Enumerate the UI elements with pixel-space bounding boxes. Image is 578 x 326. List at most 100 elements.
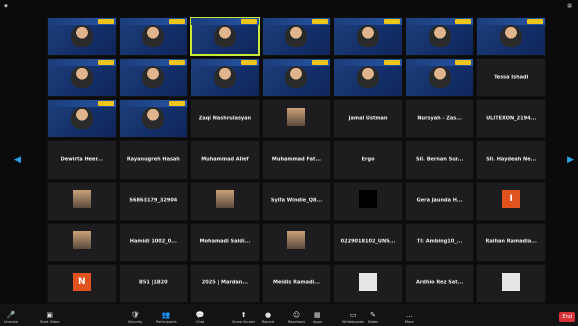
participant-video-feed [285, 25, 308, 48]
participant-tile[interactable] [118, 58, 189, 98]
participant-tile[interactable]: Hamidi 1002_0... [118, 222, 189, 262]
toolbar-record-button[interactable]: ● Record [262, 311, 275, 325]
record-icon: ● [264, 311, 272, 319]
participant-tile[interactable] [118, 17, 189, 57]
participant-tile[interactable]: Zaqi Nashrulasyan [190, 99, 260, 139]
participant-tile[interactable] [47, 99, 117, 139]
toolbar-notes-button[interactable]: ✎ Notes [368, 312, 379, 325]
participants-icon: 👥 [161, 311, 171, 319]
toolbar-chat-button[interactable]: 💬 Chat [195, 311, 205, 325]
virtual-background-logo [240, 19, 257, 24]
participant-tile[interactable] [190, 17, 260, 57]
more-icon: … [405, 311, 413, 319]
participant-tile[interactable]: B51 |1B20 [118, 263, 189, 303]
toolbar-security-button[interactable]: 🛡 Security [128, 311, 142, 325]
toolbar-label: Notes [368, 320, 379, 324]
participant-tile[interactable] [476, 17, 546, 57]
participant-tile[interactable]: Sll. Bernan Sur... [404, 140, 475, 180]
participant-tile[interactable]: Rayanugreh Hasah [118, 140, 189, 180]
participant-tile[interactable]: Raihan Ramadia... [476, 222, 546, 262]
participant-tile[interactable]: I [476, 181, 546, 221]
participant-initial-avatar: N [72, 272, 91, 291]
toolbar-participants-button[interactable]: 👥 Participants [156, 311, 177, 325]
participant-tile[interactable]: Dewirta Heer... [47, 140, 117, 180]
participant-video-feed [213, 25, 236, 48]
participant-tile[interactable]: Mohamadi Saldi... [190, 222, 260, 262]
participant-video-feed [70, 107, 93, 130]
toolbar-more-button[interactable]: … More [405, 311, 414, 325]
participant-tile[interactable]: N [47, 263, 117, 303]
virtual-background-logo [169, 60, 186, 66]
previous-page-arrow-icon[interactable]: ◀ [14, 155, 21, 165]
participant-tile[interactable] [47, 181, 117, 221]
participant-tile[interactable]: Ergo [333, 140, 403, 180]
participant-tile[interactable]: ULITEXON_2194... [476, 99, 546, 139]
security-icon: 🛡 [130, 311, 140, 319]
toolbar-start-video-button[interactable]: ▣ Start Video [40, 312, 60, 325]
view-toggle-icon[interactable]: ▦ [567, 3, 572, 9]
participant-tile[interactable] [118, 99, 189, 139]
participant-tile[interactable] [476, 263, 546, 303]
toolbar-unmute-button[interactable]: 🎤 Unmute [4, 312, 18, 325]
participant-tile[interactable]: Jamal Ustman [333, 99, 403, 139]
security-shield-icon: ◆ [4, 3, 8, 9]
meeting-toolbar: 🎤 Unmute ▣ Start Video 🛡 Security 👥 Participant… [0, 304, 578, 326]
participant-tile[interactable]: Sll. Haydeah Ne... [476, 140, 546, 180]
virtual-background-logo [312, 19, 329, 24]
reactions-icon: ☺ [292, 311, 301, 319]
next-page-arrow-icon[interactable]: ▶ [567, 155, 574, 165]
participant-tile[interactable] [404, 58, 475, 98]
participant-tile[interactable]: Syifa Windie_Q8... [261, 181, 332, 221]
participant-tile[interactable]: Nursyah - Zas... [404, 99, 475, 139]
participant-tile[interactable] [47, 222, 117, 262]
participant-display-name: Muhammad Alief [201, 156, 249, 163]
end-meeting-button[interactable]: End [559, 312, 575, 322]
participant-tile[interactable]: Tessa Ishadi [476, 58, 546, 98]
participant-tile[interactable]: Meidis Ramadi... [261, 263, 332, 303]
participant-display-name: Hamidi 1002_0... [129, 238, 177, 245]
participant-tile[interactable] [261, 222, 332, 262]
participant-tile[interactable] [261, 17, 332, 57]
toolbar-apps-button[interactable]: ▦ Apps [313, 312, 322, 325]
participant-tile[interactable]: S6863179_32904 [118, 181, 189, 221]
participant-video-feed [428, 66, 451, 89]
participant-video-feed [142, 66, 165, 89]
participant-tile[interactable] [404, 17, 475, 57]
participant-tile[interactable]: Ardhio Rez Sat... [404, 263, 475, 303]
participant-video-feed [428, 25, 451, 48]
participant-tile[interactable] [333, 263, 403, 303]
participant-tile[interactable] [261, 58, 332, 98]
participant-tile[interactable] [333, 17, 403, 57]
participant-profile-picture [502, 272, 521, 291]
participant-tile[interactable] [261, 99, 332, 139]
toolbar-share-screen-button[interactable]: ⬆ Share Screen [232, 311, 255, 325]
participant-tile[interactable]: Muhammad Fat... [261, 140, 332, 180]
participant-display-name: Syifa Windie_Q8... [270, 197, 323, 204]
toolbar-reactions-button[interactable]: ☺ Reactions [288, 311, 305, 325]
virtual-background-logo [97, 60, 114, 66]
participant-tile[interactable] [333, 181, 403, 221]
participant-display-name: Gera Jaunda H... [416, 197, 463, 204]
participant-tile[interactable]: TI: Ambing10_... [404, 222, 475, 262]
toolbar-label: Start Video [40, 320, 60, 324]
participant-tile[interactable]: 0229018102_UNS... [333, 222, 403, 262]
chat-icon: 💬 [195, 311, 205, 319]
share-screen-icon: ⬆ [240, 311, 247, 319]
participant-tile[interactable] [333, 58, 403, 98]
virtual-background-logo [97, 19, 114, 24]
participant-display-name: Sll. Haydeah Ne... [486, 156, 537, 163]
participant-tile[interactable] [47, 58, 117, 98]
participant-tile[interactable]: 2025 | Mardan... [190, 263, 260, 303]
participant-video-feed [500, 25, 523, 48]
toolbar-whiteboards-button[interactable]: ▭ Whiteboards [342, 312, 365, 325]
participant-tile[interactable]: Muhammad Alief [190, 140, 260, 180]
toolbar-label: Participants [156, 320, 177, 324]
toolbar-label: Record [262, 320, 275, 324]
participant-tile[interactable] [190, 58, 260, 98]
toolbar-label: Whiteboards [342, 320, 365, 324]
participant-display-name: Ergo [361, 156, 375, 163]
participant-tile[interactable] [190, 181, 260, 221]
participant-tile[interactable] [47, 17, 117, 57]
participant-tile[interactable]: Gera Jaunda H... [404, 181, 475, 221]
participant-display-name: Sll. Bernan Sur... [416, 156, 464, 163]
